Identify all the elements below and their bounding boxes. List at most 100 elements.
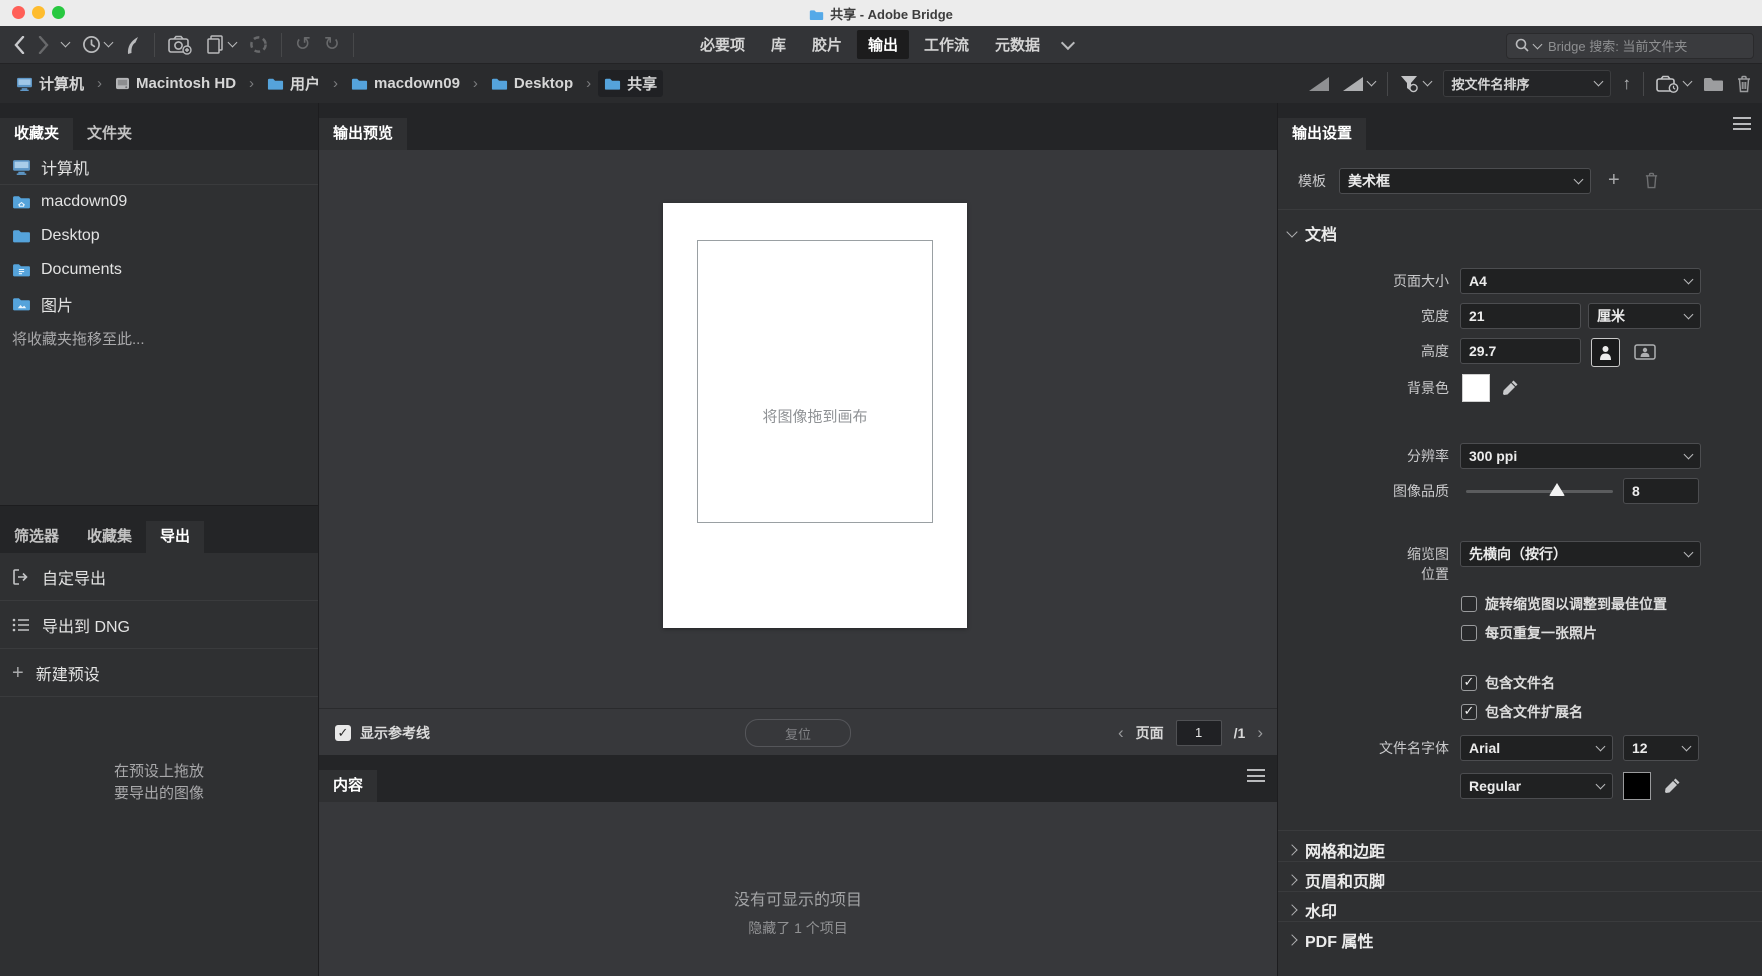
window-title: 共享 - Adobe Bridge — [0, 4, 1762, 24]
favorites-item-pictures[interactable]: 图片 — [0, 287, 318, 321]
repeat-photo-checkbox[interactable] — [1461, 625, 1477, 641]
rotate-left-icon[interactable]: ↺ — [295, 35, 311, 54]
recent-locations-clock-icon[interactable] — [82, 35, 112, 54]
font-size-select[interactable]: 12 — [1623, 735, 1699, 761]
trash-icon[interactable] — [1736, 75, 1752, 93]
tab-filmstrip[interactable]: 胶片 — [801, 30, 853, 59]
tab-output-settings[interactable]: 输出设置 — [1278, 118, 1366, 150]
content-tabsbar: 内容 — [319, 755, 1277, 802]
refresh-spinner-icon[interactable] — [249, 35, 268, 54]
preview-page-canvas[interactable]: 将图像拖到画布 — [663, 203, 967, 628]
favorites-item-macdown09[interactable]: macdown09 — [0, 185, 318, 219]
breadcrumb-desktop[interactable]: Desktop — [485, 72, 579, 95]
rotate-right-icon[interactable]: ↻ — [324, 35, 340, 54]
portrait-orientation-button[interactable] — [1591, 338, 1620, 367]
search-input[interactable] — [1546, 38, 1745, 55]
font-color-swatch[interactable] — [1623, 772, 1651, 800]
export-item-export-to-dng[interactable]: 导出到 DNG — [0, 601, 318, 649]
thumbnail-quality-hq-icon[interactable] — [1342, 76, 1375, 92]
rotate-thumbnails-label: 旋转缩览图以调整到最佳位置 — [1485, 596, 1667, 613]
section-watermark[interactable]: 水印 — [1278, 891, 1762, 922]
next-page-icon[interactable]: › — [1257, 723, 1263, 743]
section-header-footer[interactable]: 页眉和页脚 — [1278, 861, 1762, 892]
filter-icon[interactable] — [1400, 75, 1431, 93]
landscape-orientation-button[interactable] — [1631, 338, 1658, 365]
output-settings-menu-icon[interactable] — [1733, 117, 1751, 130]
template-select[interactable]: 美术框 — [1339, 168, 1591, 194]
thumbnail-placement-select[interactable]: 先横向（按行） — [1460, 541, 1701, 567]
tab-workflow[interactable]: 工作流 — [913, 30, 980, 59]
width-row: 宽度 厘米 — [1278, 303, 1762, 329]
tab-content[interactable]: 内容 — [319, 770, 377, 802]
tab-folders[interactable]: 文件夹 — [73, 118, 146, 150]
background-color-swatch[interactable] — [1462, 374, 1490, 402]
page-guide-rect — [697, 240, 933, 523]
export-item-new-preset[interactable]: + 新建预设 — [0, 649, 318, 697]
delete-template-icon[interactable] — [1644, 172, 1659, 192]
content-menu-icon[interactable] — [1247, 769, 1265, 782]
page-size-select[interactable]: A4 — [1460, 268, 1701, 294]
show-guides-checkbox[interactable] — [335, 725, 351, 741]
forward-button[interactable] — [38, 36, 49, 54]
workspace-more-icon[interactable] — [1061, 35, 1075, 49]
search-box[interactable] — [1506, 33, 1754, 59]
favorites-item-computer[interactable]: 计算机 — [0, 150, 318, 185]
tab-filter[interactable]: 筛选器 — [0, 521, 73, 553]
navigation-dropdown-icon[interactable] — [62, 43, 69, 46]
sort-ascending-icon[interactable]: ↑ — [1623, 74, 1632, 93]
tab-essentials[interactable]: 必要项 — [689, 30, 756, 59]
breadcrumb-computer[interactable]: 计算机 — [10, 70, 90, 97]
breadcrumb-macintosh-hd[interactable]: Macintosh HD — [109, 72, 242, 95]
folder-icon — [491, 77, 508, 91]
image-quality-slider[interactable] — [1466, 478, 1613, 504]
tab-output[interactable]: 输出 — [857, 30, 909, 59]
tab-export[interactable]: 导出 — [146, 521, 204, 553]
boomerang-return-icon[interactable] — [125, 35, 141, 55]
add-template-icon[interactable]: + — [1608, 170, 1620, 190]
section-grid-margins[interactable]: 网格和边距 — [1278, 831, 1762, 862]
section-document[interactable]: 文档 — [1288, 221, 1337, 245]
unit-select[interactable]: 厘米 — [1588, 303, 1701, 329]
height-row: 高度 — [1278, 338, 1762, 364]
thumbnail-placement-row: 缩览图 位置 先横向（按行） — [1278, 541, 1762, 593]
back-button[interactable] — [14, 36, 25, 54]
export-item-custom-export[interactable]: 自定导出 — [0, 553, 318, 601]
previous-page-icon[interactable]: ‹ — [1118, 723, 1124, 743]
font-style-select[interactable]: Regular — [1460, 773, 1613, 799]
eyedropper-icon[interactable] — [1502, 379, 1519, 399]
page-number-input[interactable] — [1176, 720, 1222, 746]
breadcrumb-shared[interactable]: 共享 — [598, 70, 663, 97]
breadcrumb-macdown09[interactable]: macdown09 — [345, 72, 466, 95]
eyedropper-icon[interactable] — [1664, 777, 1681, 797]
height-input[interactable] — [1460, 338, 1581, 364]
new-folder-icon[interactable] — [1703, 76, 1724, 92]
tab-libraries[interactable]: 库 — [760, 30, 797, 59]
favorites-item-documents[interactable]: Documents — [0, 253, 318, 287]
include-extension-checkbox[interactable] — [1461, 704, 1477, 720]
open-recent-files-icon[interactable] — [205, 35, 236, 55]
breadcrumb-users[interactable]: 用户 — [261, 70, 326, 97]
reset-button[interactable]: 复位 — [745, 719, 851, 747]
sort-order-select[interactable]: 按文件名排序 — [1443, 70, 1611, 97]
resolution-select[interactable]: 300 ppi — [1460, 443, 1701, 469]
tab-collections[interactable]: 收藏集 — [73, 521, 146, 553]
camera-recent-icon[interactable] — [1656, 75, 1691, 93]
folder-icon — [267, 77, 284, 91]
thumbnail-quality-fast-icon[interactable] — [1308, 76, 1330, 92]
filename-font-label: 文件名字体 — [1289, 735, 1449, 761]
image-quality-input[interactable] — [1623, 478, 1699, 504]
get-photos-camera-icon[interactable] — [168, 35, 192, 55]
tab-metadata[interactable]: 元数据 — [984, 30, 1051, 59]
favorites-item-desktop[interactable]: Desktop — [0, 219, 318, 253]
include-filename-checkbox[interactable] — [1461, 675, 1477, 691]
resolution-row: 分辨率 300 ppi — [1278, 443, 1762, 469]
font-family-select[interactable]: Arial — [1460, 735, 1613, 761]
search-scope-dropdown-icon[interactable] — [1533, 39, 1543, 49]
slider-thumb[interactable] — [1549, 483, 1565, 496]
crumb-separator: › — [586, 75, 591, 92]
rotate-thumbnails-checkbox[interactable] — [1461, 596, 1477, 612]
width-input[interactable] — [1460, 303, 1581, 329]
tab-favorites[interactable]: 收藏夹 — [0, 118, 73, 150]
section-pdf-properties[interactable]: PDF 属性 — [1278, 921, 1762, 951]
tab-output-preview[interactable]: 输出预览 — [319, 118, 407, 150]
